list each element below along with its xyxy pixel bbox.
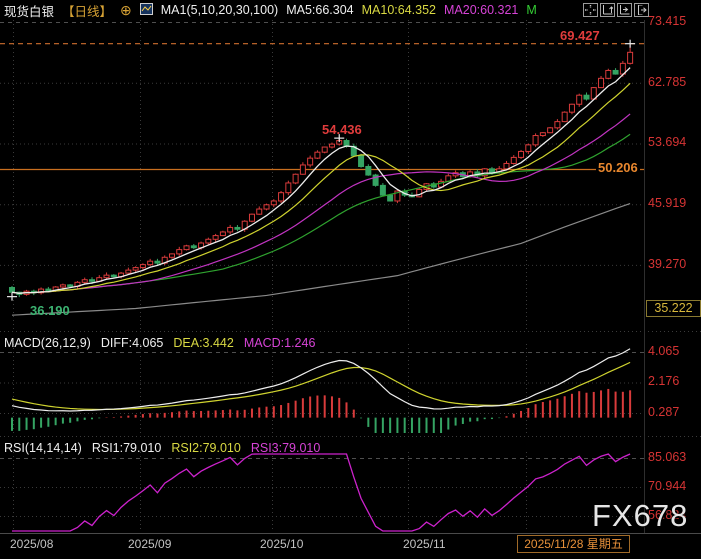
interval-label: 【日线】 — [62, 1, 112, 20]
ma30-line — [12, 134, 630, 293]
rsi-header: RSI(14,14,14) RSI1:79.010 RSI2:79.010 RS… — [4, 441, 320, 455]
rsi3-value: RSI3:79.010 — [251, 441, 321, 455]
high-price-label: 69.427 — [560, 28, 600, 43]
macd-dea-value: DEA:3.442 — [173, 336, 233, 350]
rsi-plot — [12, 454, 630, 531]
x-tick-nov: 2025/11 — [403, 537, 446, 551]
trading-chart-window: 现货白银 【日线】 ⊕ MA1(5,10,20,30,100) MA5:66.3… — [0, 0, 701, 559]
peak-price-label: 54.436 — [322, 122, 362, 137]
chart-toolbar — [583, 3, 649, 17]
rsi1-value: RSI1:79.010 — [92, 441, 162, 455]
axis-zoom-in-icon[interactable] — [600, 3, 615, 17]
ma10-line — [12, 83, 630, 293]
y-axis-label: 4.065 — [648, 344, 700, 358]
y-axis-label: 85.063 — [648, 450, 700, 464]
go-to-latest-icon[interactable] — [634, 3, 649, 17]
crosshair-move-icon[interactable] — [583, 3, 598, 17]
y-axis-label: 39.270 — [648, 257, 700, 271]
ma100-line — [12, 204, 630, 316]
ma30-value-truncated: M — [526, 3, 536, 17]
y-axis-label: 0.287 — [648, 405, 700, 419]
macd-diff-line — [12, 349, 630, 411]
low-price-label: 36.190 — [30, 303, 70, 318]
rsi-line — [12, 454, 630, 531]
last-date-box: 2025/11/28 星期五 — [517, 535, 630, 553]
macd-header: MACD(26,12,9) DIFF:4.065 DEA:3.442 MACD:… — [4, 336, 315, 350]
ma10-value: MA10:64.352 — [362, 3, 436, 17]
y-axis-label: 2.176 — [648, 374, 700, 388]
fx678-watermark: FX678 — [592, 498, 688, 534]
axis-zoom-out-icon[interactable] — [617, 3, 632, 17]
rsi-params-label[interactable]: RSI(14,14,14) — [4, 441, 82, 455]
x-tick-oct: 2025/10 — [260, 537, 303, 551]
y-axis-label: 53.694 — [648, 135, 700, 149]
y-axis-label: 70.944 — [648, 479, 700, 493]
threshold-price-label: 50.206 — [596, 160, 640, 175]
x-tick-sep: 2025/09 — [128, 537, 171, 551]
chart-type-icon[interactable] — [140, 3, 153, 18]
macd-hist-value: MACD:1.246 — [244, 336, 316, 350]
chart-header: 现货白银 【日线】 ⊕ MA1(5,10,20,30,100) MA5:66.3… — [4, 2, 537, 18]
axis-bottom-value-box: 35.222 — [646, 300, 701, 317]
ma-settings-label[interactable]: MA1(5,10,20,30,100) — [161, 3, 278, 17]
x-tick-aug: 2025/08 — [10, 537, 53, 551]
macd-params-label[interactable]: MACD(26,12,9) — [4, 336, 91, 350]
y-axis-label: 73.415 — [648, 14, 700, 28]
ma5-value: MA5:66.304 — [286, 3, 353, 17]
macd-dea-line — [12, 362, 630, 409]
chart-canvas[interactable] — [0, 0, 701, 559]
instrument-title: 现货白银 — [4, 1, 54, 20]
y-axis-label: 62.785 — [648, 75, 700, 89]
rsi2-value: RSI2:79.010 — [171, 441, 241, 455]
ma20-value: MA20:60.321 — [444, 3, 518, 17]
y-axis-label: 45.919 — [648, 196, 700, 210]
ma5-line — [12, 68, 630, 294]
add-indicator-icon[interactable]: ⊕ — [120, 2, 132, 19]
macd-diff-value: DIFF:4.065 — [101, 336, 164, 350]
macd-plot — [12, 349, 630, 433]
